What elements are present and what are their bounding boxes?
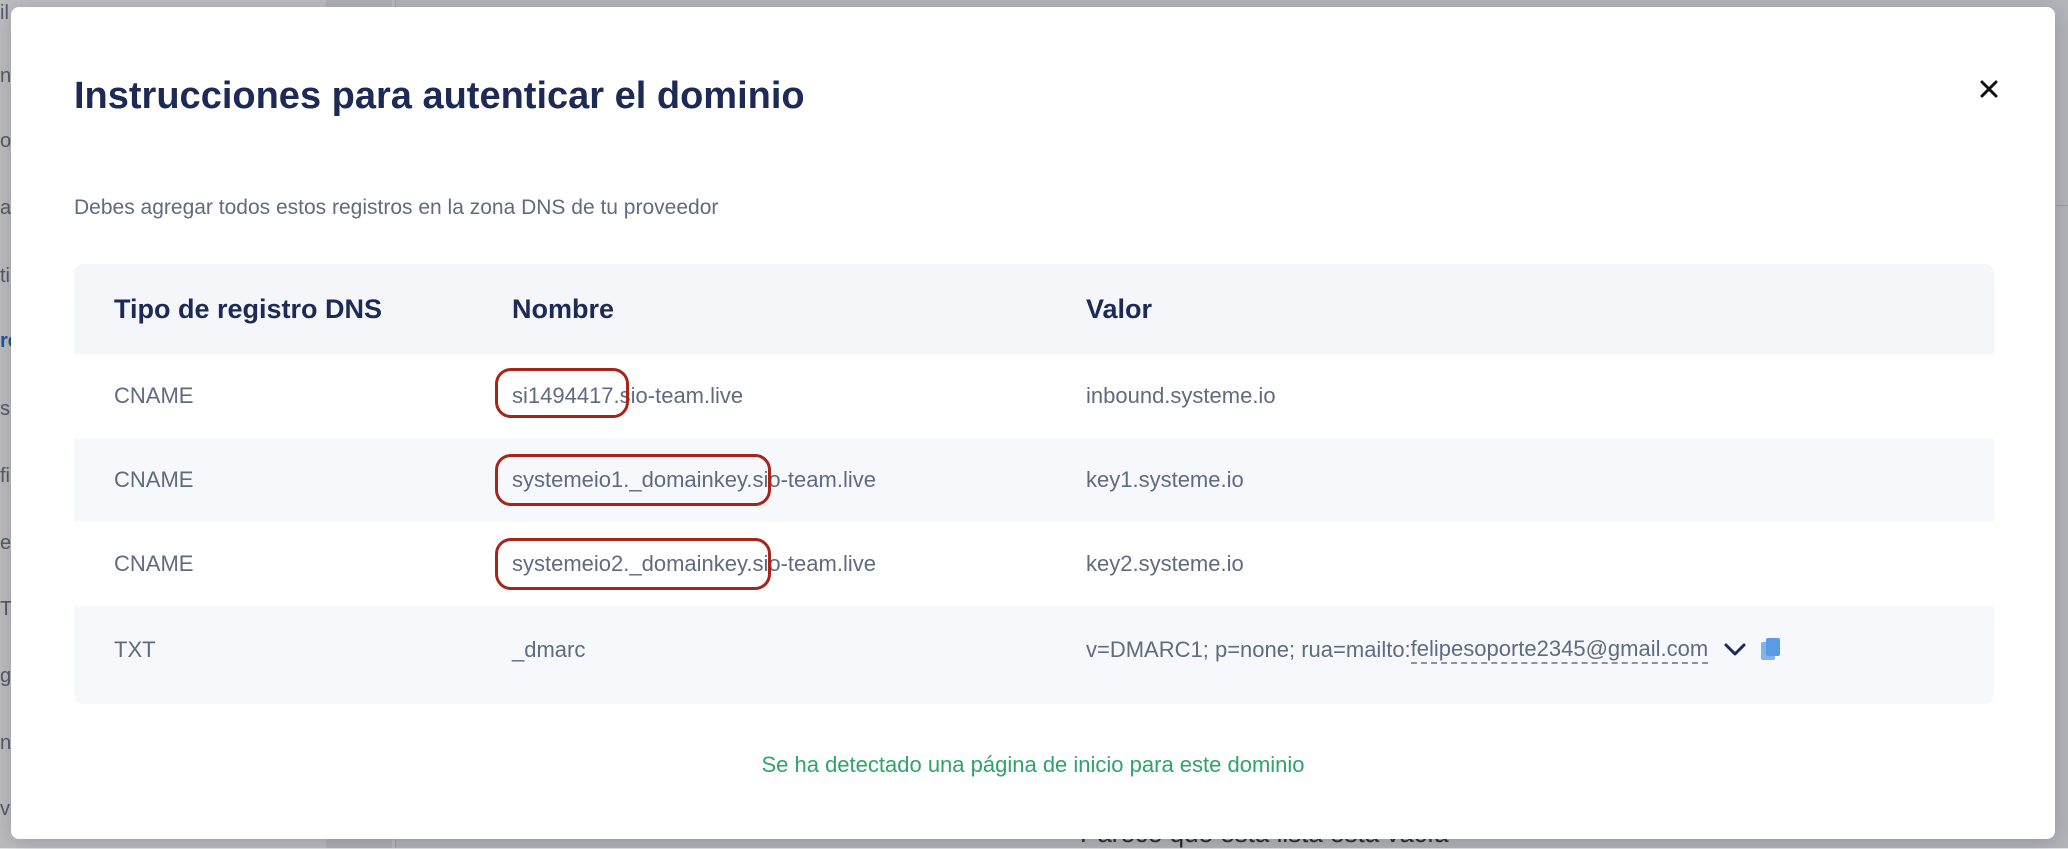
table-header: Tipo de registro DNS Nombre Valor xyxy=(74,264,1994,354)
table-row: TXT _dmarc v=DMARC1; p=none; rua=mailto:… xyxy=(74,606,1994,694)
close-icon xyxy=(1980,80,1998,98)
chevron-down-icon[interactable] xyxy=(1724,643,1746,657)
copy-icon[interactable] xyxy=(1760,637,1782,663)
modal-title: Instrucciones para autenticar el dominio xyxy=(74,75,805,117)
record-value-prefix: v=DMARC1; p=none; rua=mailto: xyxy=(1086,637,1411,662)
record-type: CNAME xyxy=(114,551,194,576)
record-type: CNAME xyxy=(114,383,194,408)
record-name: si1494417.sio-team.live xyxy=(512,383,744,408)
record-value: key2.systeme.io xyxy=(1086,551,1244,576)
record-name: systemeio2._domainkey.sio-team.live xyxy=(512,551,876,576)
table-row: CNAME si1494417.sio-team.live inbound.sy… xyxy=(74,354,1994,438)
header-record-type: Tipo de registro DNS xyxy=(114,293,383,324)
homepage-detected-message: Se ha detectado una página de inicio par… xyxy=(761,752,1305,777)
record-type: CNAME xyxy=(114,467,194,492)
record-name: _dmarc xyxy=(512,637,586,662)
domain-auth-modal: Instrucciones para autenticar el dominio… xyxy=(11,7,2055,839)
record-name: systemeio1._domainkey.sio-team.live xyxy=(512,467,876,492)
dns-records-table: Tipo de registro DNS Nombre Valor CNAME … xyxy=(74,264,1994,704)
record-value: key1.systeme.io xyxy=(1086,467,1244,492)
modal-subtitle: Debes agregar todos estos registros en l… xyxy=(74,196,719,219)
header-name: Nombre xyxy=(512,293,615,324)
record-value: v=DMARC1; p=none; rua=mailto: felipesopor… xyxy=(1086,606,1782,694)
record-type: TXT xyxy=(114,637,156,662)
header-value: Valor xyxy=(1086,293,1153,324)
table-row: CNAME systemeio2._domainkey.sio-team.liv… xyxy=(74,522,1994,606)
record-value-email: felipesoporte2345@gmail.com xyxy=(1410,636,1709,664)
record-value: inbound.systeme.io xyxy=(1086,383,1276,408)
close-button[interactable] xyxy=(1973,73,2005,105)
table-row: CNAME systemeio1._domainkey.sio-team.liv… xyxy=(74,438,1994,522)
